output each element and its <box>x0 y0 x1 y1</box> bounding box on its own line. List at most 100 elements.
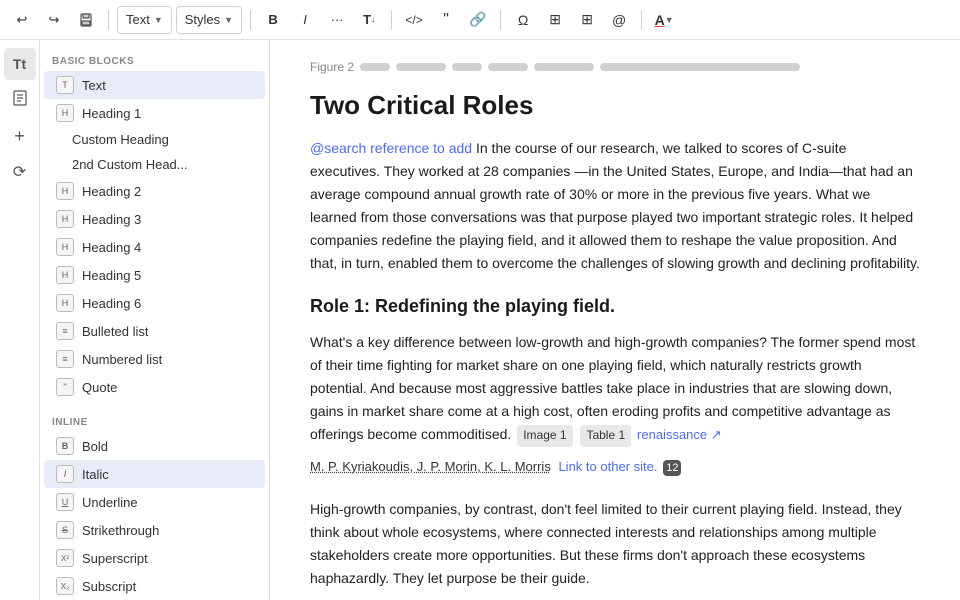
sidebar-panel: BASIC BLOCKS T Text H Heading 1 Custom H… <box>40 40 270 600</box>
text-style-label: Text <box>126 12 150 27</box>
history-icon: ⟳ <box>13 162 26 182</box>
figure-bar-4 <box>488 63 528 71</box>
sidebar-item-text[interactable]: T Text <box>44 71 265 99</box>
image-badge[interactable]: Image 1 <box>517 425 572 447</box>
redo-button[interactable]: ↪ <box>40 6 68 34</box>
mention-link[interactable]: @search reference to add <box>310 140 472 156</box>
main-layout: Tt + ⟳ BASIC BLOCKS T Text <box>0 40 960 600</box>
tt-icon: Tt <box>13 56 26 72</box>
text-style-chevron: ▼ <box>154 15 163 25</box>
code-button[interactable]: </> <box>400 6 428 34</box>
authors-names: M. P. Kyriakoudis, J. P. Morin, K. L. Mo… <box>310 459 551 474</box>
paragraph-3: High-growth companies, by contrast, don'… <box>310 498 920 590</box>
numbered-list-icon: ≡ <box>56 350 74 368</box>
sidebar-item-numbered-label: Numbered list <box>82 352 162 367</box>
underline-inline-icon: U <box>56 493 74 511</box>
text-block-icon: T <box>56 76 74 94</box>
sidebar-item-custom-heading[interactable]: Custom Heading <box>44 127 265 152</box>
bold-inline-icon: B <box>56 437 74 455</box>
media-insert-button[interactable]: ⊞ <box>573 6 601 34</box>
sidebar-item-strikethrough-label: Strikethrough <box>82 523 159 538</box>
quote-button[interactable]: " <box>432 6 460 34</box>
paragraph-2: What's a key difference between low-grow… <box>310 331 920 447</box>
sidebar-item-strikethrough[interactable]: S Strikethrough <box>44 516 265 544</box>
sidebar-item-bold-label: Bold <box>82 439 108 454</box>
italic-button[interactable]: I <box>291 6 319 34</box>
sidebar-item-custom-heading-label: Custom Heading <box>72 132 169 147</box>
heading3-block-icon: H <box>56 210 74 228</box>
heading1-block-icon: H <box>56 104 74 122</box>
color-button[interactable]: A ▼ <box>650 6 678 34</box>
authors-text: M. P. Kyriakoudis, J. P. Morin, K. L. Mo… <box>310 459 554 474</box>
paragraph-1: @search reference to add In the course o… <box>310 137 920 276</box>
sidebar-item-quote-label: Quote <box>82 380 117 395</box>
more-format-button[interactable]: ··· <box>323 6 351 34</box>
sidebar-item-superscript[interactable]: X² Superscript <box>44 544 265 572</box>
sidebar-item-heading1[interactable]: H Heading 1 <box>44 99 265 127</box>
undo-button[interactable]: ↩ <box>8 6 36 34</box>
sidebar-icons: Tt + ⟳ <box>0 40 40 600</box>
sidebar-item-bold[interactable]: B Bold <box>44 432 265 460</box>
sidebar-item-quote[interactable]: " Quote <box>44 373 265 401</box>
doc-icon-btn[interactable] <box>4 84 36 116</box>
sidebar-item-heading6-label: Heading 6 <box>82 296 141 311</box>
figure-bar-6 <box>600 63 800 71</box>
divider4 <box>500 10 501 30</box>
inline-label: INLINE <box>40 409 269 432</box>
heading4-block-icon: H <box>56 238 74 256</box>
add-icon-btn[interactable]: + <box>4 120 36 152</box>
figure-bar-5 <box>534 63 594 71</box>
sidebar-item-subscript[interactable]: X₂ Subscript <box>44 572 265 600</box>
basic-blocks-label: BASIC BLOCKS <box>40 48 269 71</box>
link-other-site[interactable]: Link to other site. <box>558 459 657 474</box>
sidebar-item-heading3-label: Heading 3 <box>82 212 141 227</box>
mention-button[interactable]: @ <box>605 6 633 34</box>
divider5 <box>641 10 642 30</box>
sidebar-item-heading2[interactable]: H Heading 2 <box>44 177 265 205</box>
sidebar-item-custom-heading2[interactable]: 2nd Custom Head... <box>44 152 265 177</box>
heading2-block-icon: H <box>56 182 74 200</box>
sidebar-item-heading3[interactable]: H Heading 3 <box>44 205 265 233</box>
sidebar-item-heading6[interactable]: H Heading 6 <box>44 289 265 317</box>
content-area: Figure 2 Two Critical Roles @search refe… <box>270 40 960 600</box>
figure-line: Figure 2 <box>310 60 920 74</box>
heading6-block-icon: H <box>56 294 74 312</box>
divider1 <box>108 10 109 30</box>
doc-title: Two Critical Roles <box>310 90 920 121</box>
format-type-button[interactable]: T↓ <box>355 6 383 34</box>
sidebar-item-bulleted-label: Bulleted list <box>82 324 148 339</box>
renaissance-link[interactable]: renaissance ↗ <box>637 427 722 442</box>
sidebar-item-heading4[interactable]: H Heading 4 <box>44 233 265 261</box>
bulleted-list-icon: ≡ <box>56 322 74 340</box>
sidebar-item-heading5[interactable]: H Heading 5 <box>44 261 265 289</box>
text-style-dropdown[interactable]: Text ▼ <box>117 6 172 34</box>
sidebar-item-numbered-list[interactable]: ≡ Numbered list <box>44 345 265 373</box>
figure-bar-3 <box>452 63 482 71</box>
styles-dropdown[interactable]: Styles ▼ <box>176 6 242 34</box>
paragraph-1-text: In the course of our research, we talked… <box>310 140 920 271</box>
table-badge[interactable]: Table 1 <box>580 425 631 447</box>
role-heading: Role 1: Redefining the playing field. <box>310 296 920 317</box>
sidebar-item-heading5-label: Heading 5 <box>82 268 141 283</box>
sidebar-item-superscript-label: Superscript <box>82 551 148 566</box>
styles-chevron: ▼ <box>224 15 233 25</box>
omega-button[interactable]: Ω <box>509 6 537 34</box>
sidebar-item-italic[interactable]: I Italic <box>44 460 265 488</box>
sidebar-item-bulleted-list[interactable]: ≡ Bulleted list <box>44 317 265 345</box>
history-icon-btn[interactable]: ⟳ <box>4 156 36 188</box>
table-insert-button[interactable]: ⊞ <box>541 6 569 34</box>
sidebar-item-underline[interactable]: U Underline <box>44 488 265 516</box>
bold-button[interactable]: B <box>259 6 287 34</box>
doc-icon <box>11 89 29 112</box>
sidebar-item-text-label: Text <box>82 78 106 93</box>
sidebar-item-heading4-label: Heading 4 <box>82 240 141 255</box>
quote-block-icon: " <box>56 378 74 396</box>
divider2 <box>250 10 251 30</box>
blocks-icon-btn[interactable]: Tt <box>4 48 36 80</box>
figure-bar-1 <box>360 63 390 71</box>
link-button[interactable]: 🔗 <box>464 6 492 34</box>
toolbar: ↩ ↪ Text ▼ Styles ▼ B I ··· T↓ </> " 🔗 Ω… <box>0 0 960 40</box>
save-button[interactable] <box>72 6 100 34</box>
styles-label: Styles <box>185 12 220 27</box>
sidebar-item-subscript-label: Subscript <box>82 579 136 594</box>
